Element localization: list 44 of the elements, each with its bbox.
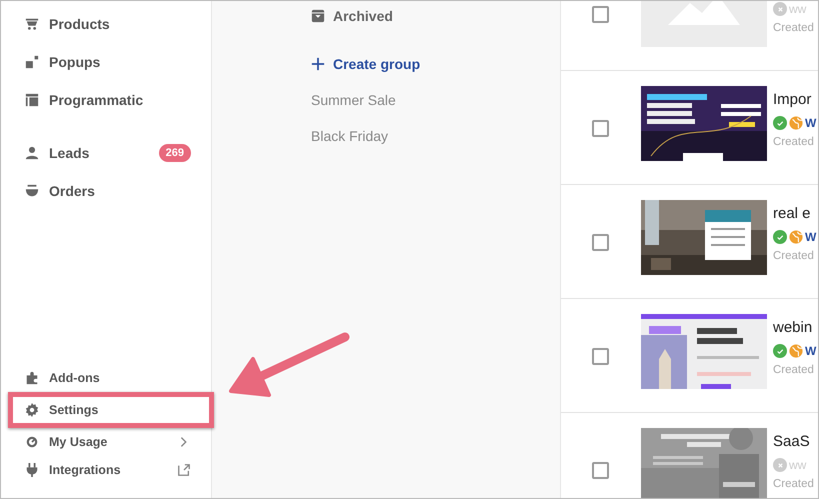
bowl-icon (25, 184, 39, 198)
layout-icon (25, 93, 39, 107)
sidebar-item[interactable]: Settings (13, 397, 209, 423)
puzzle-icon (25, 371, 39, 385)
sidebar-item[interactable]: Integrations (1, 456, 211, 484)
row-checkbox[interactable] (592, 6, 609, 23)
page-url[interactable]: W (805, 342, 816, 360)
count-badge: 269 (158, 144, 191, 162)
created-date: Created (773, 21, 814, 36)
created-date: Created (773, 363, 814, 378)
cart-icon (25, 17, 39, 31)
globe-icon (789, 230, 803, 244)
archived-item[interactable]: Archived (311, 5, 560, 27)
plus-icon (311, 57, 325, 71)
globe-icon (789, 116, 803, 130)
archive-icon (311, 9, 325, 23)
globe-icon (789, 344, 803, 358)
page-title: SaaS (773, 432, 810, 452)
page-title: webin (773, 318, 812, 338)
plug-icon (25, 463, 39, 477)
sidebar-item[interactable]: Leads 269 (1, 134, 211, 172)
create-group-link[interactable]: Create group (311, 53, 560, 75)
page-title: Impor (773, 90, 812, 110)
squares-icon (25, 55, 39, 69)
settings-icon (25, 403, 39, 417)
page-url[interactable]: W (805, 114, 816, 132)
created-date: Created (773, 135, 814, 150)
sidebar-item[interactable]: Products (1, 5, 211, 43)
row-checkbox[interactable] (592, 348, 609, 365)
row-checkbox[interactable] (592, 234, 609, 251)
image-placeholder-icon (668, 1, 740, 24)
page-title: real e (773, 204, 811, 224)
sidebar-item[interactable]: Orders (1, 172, 211, 210)
sidebar-item[interactable]: Add-ons (1, 364, 211, 392)
row-checkbox[interactable] (592, 462, 609, 479)
created-date: Created (773, 249, 814, 264)
sidebar-item[interactable]: My Usage (1, 428, 211, 456)
row-checkbox[interactable] (592, 120, 609, 137)
sidebar-item[interactable]: Programmatic (1, 81, 211, 119)
person-icon (25, 146, 39, 160)
sidebar-item[interactable]: Popups (1, 43, 211, 81)
page-url[interactable]: W (805, 228, 816, 246)
gauge-icon (25, 435, 39, 449)
created-date: Created (773, 477, 814, 492)
